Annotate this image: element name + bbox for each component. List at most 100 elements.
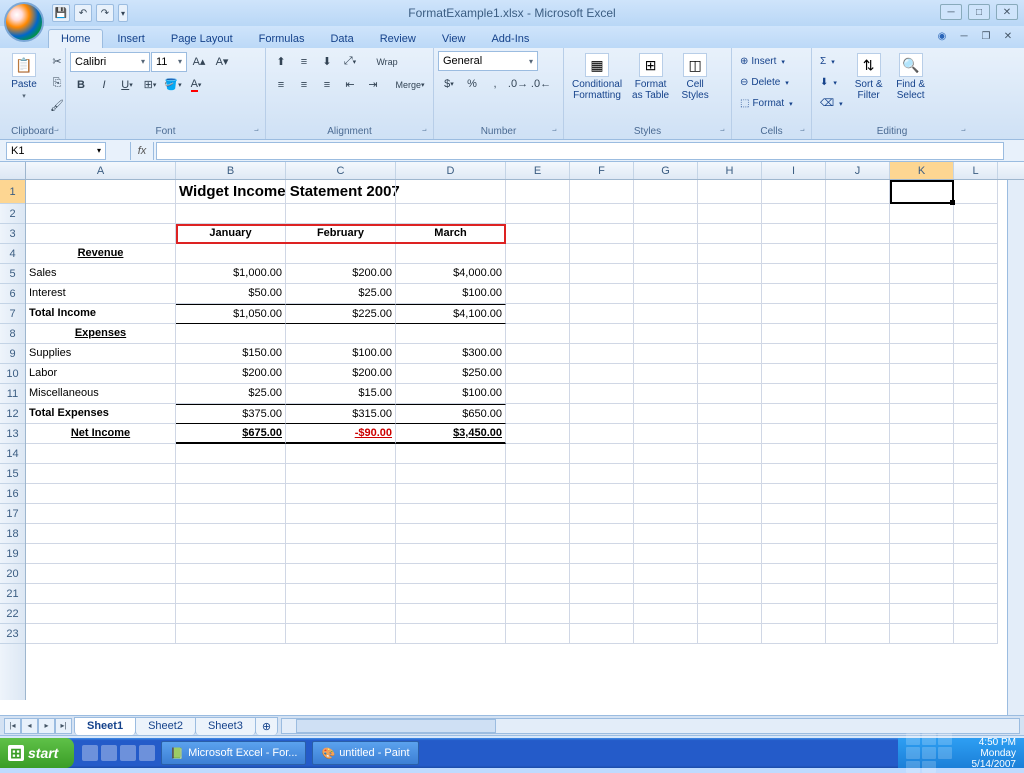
cell[interactable] xyxy=(176,504,286,524)
cell[interactable] xyxy=(506,624,570,644)
cell[interactable] xyxy=(396,584,506,604)
undo-icon[interactable]: ↶ xyxy=(74,4,92,22)
cell[interactable]: Labor xyxy=(26,364,176,384)
cell[interactable]: Sales xyxy=(26,264,176,284)
cell[interactable] xyxy=(26,544,176,564)
cell[interactable] xyxy=(890,180,954,204)
tray-icon[interactable] xyxy=(922,747,936,759)
sheet-nav-prev[interactable]: ◂ xyxy=(21,718,38,734)
copy-icon[interactable]: ⎘ xyxy=(46,73,68,94)
col-header[interactable]: E xyxy=(506,162,570,179)
cell[interactable] xyxy=(890,344,954,364)
cell[interactable] xyxy=(826,504,890,524)
cell[interactable] xyxy=(826,544,890,564)
align-bottom-icon[interactable]: ⬇ xyxy=(316,51,338,72)
cell[interactable]: $225.00 xyxy=(286,304,396,324)
cell[interactable] xyxy=(762,244,826,264)
cell[interactable] xyxy=(506,264,570,284)
ql-icon[interactable] xyxy=(101,745,117,761)
cell[interactable] xyxy=(506,564,570,584)
fill-button[interactable]: ⬇▾ xyxy=(816,72,847,93)
col-header[interactable]: I xyxy=(762,162,826,179)
col-header[interactable]: A xyxy=(26,162,176,179)
cell[interactable] xyxy=(954,504,998,524)
cell[interactable] xyxy=(634,384,698,404)
cell[interactable]: $1,000.00 xyxy=(176,264,286,284)
vertical-scrollbar[interactable] xyxy=(1007,180,1024,715)
cell[interactable] xyxy=(890,584,954,604)
cell[interactable] xyxy=(570,444,634,464)
row-header[interactable]: 12 xyxy=(0,404,25,424)
cell[interactable]: Interest xyxy=(26,284,176,304)
cell[interactable] xyxy=(634,180,698,204)
cell[interactable]: $15.00 xyxy=(286,384,396,404)
col-header[interactable]: D xyxy=(396,162,506,179)
cell[interactable] xyxy=(506,284,570,304)
cell[interactable] xyxy=(396,324,506,344)
font-size-combo[interactable]: 11▾ xyxy=(151,52,187,72)
delete-cells-button[interactable]: ⊖ Delete▾ xyxy=(736,72,797,93)
cell[interactable] xyxy=(286,604,396,624)
increase-indent-icon[interactable]: ⇥ xyxy=(362,74,384,95)
col-header[interactable]: J xyxy=(826,162,890,179)
cell[interactable] xyxy=(570,284,634,304)
col-header[interactable]: K xyxy=(890,162,954,179)
cell[interactable] xyxy=(762,424,826,444)
cell[interactable]: $3,450.00 xyxy=(396,424,506,444)
underline-button[interactable]: U▾ xyxy=(116,74,138,95)
cell[interactable] xyxy=(396,544,506,564)
cell[interactable] xyxy=(26,444,176,464)
cell[interactable] xyxy=(570,180,634,204)
cell[interactable] xyxy=(506,464,570,484)
col-header[interactable]: C xyxy=(286,162,396,179)
cell[interactable] xyxy=(634,204,698,224)
cell[interactable] xyxy=(286,484,396,504)
align-center-icon[interactable]: ≡ xyxy=(293,74,315,95)
cell[interactable] xyxy=(634,524,698,544)
conditional-formatting-button[interactable]: ▦Conditional Formatting xyxy=(568,51,626,103)
doc-restore-button[interactable]: ❐ xyxy=(978,29,994,43)
spreadsheet-grid[interactable]: A B C D E F G H I J K L 1234567891011121… xyxy=(0,162,1024,715)
row-header[interactable]: 13 xyxy=(0,424,25,444)
cell[interactable]: $100.00 xyxy=(286,344,396,364)
cell[interactable] xyxy=(26,464,176,484)
cell[interactable] xyxy=(698,604,762,624)
cell[interactable] xyxy=(826,604,890,624)
cell[interactable] xyxy=(570,324,634,344)
cell[interactable] xyxy=(506,384,570,404)
cell[interactable] xyxy=(506,484,570,504)
cell[interactable] xyxy=(506,324,570,344)
cell[interactable] xyxy=(826,424,890,444)
cell[interactable]: March xyxy=(396,224,506,244)
row-header[interactable]: 2 xyxy=(0,204,25,224)
cell[interactable] xyxy=(954,544,998,564)
cell[interactable] xyxy=(286,244,396,264)
decrease-decimal-icon[interactable]: .0← xyxy=(530,73,552,94)
cell[interactable] xyxy=(286,564,396,584)
system-tray[interactable]: 4:50 PM Monday 5/14/2007 xyxy=(898,738,1024,768)
cell[interactable] xyxy=(506,504,570,524)
cell[interactable] xyxy=(570,224,634,244)
cell[interactable] xyxy=(506,204,570,224)
formula-input[interactable] xyxy=(156,142,1004,160)
name-box[interactable]: K1▾ xyxy=(6,142,106,160)
cell[interactable] xyxy=(890,284,954,304)
cell[interactable] xyxy=(570,404,634,424)
align-right-icon[interactable]: ≡ xyxy=(316,74,338,95)
cell[interactable] xyxy=(890,324,954,344)
cell[interactable] xyxy=(506,224,570,244)
cell[interactable] xyxy=(762,484,826,504)
cell[interactable] xyxy=(698,424,762,444)
cell[interactable] xyxy=(176,604,286,624)
row-header[interactable]: 19 xyxy=(0,544,25,564)
cell[interactable] xyxy=(506,404,570,424)
accounting-format-icon[interactable]: $▾ xyxy=(438,73,460,94)
row-header[interactable]: 3 xyxy=(0,224,25,244)
cell[interactable] xyxy=(762,524,826,544)
cell[interactable] xyxy=(826,324,890,344)
cell[interactable]: Supplies xyxy=(26,344,176,364)
cell[interactable] xyxy=(826,564,890,584)
cell-styles-button[interactable]: ◫Cell Styles xyxy=(675,51,715,103)
cell[interactable] xyxy=(890,544,954,564)
cell[interactable] xyxy=(826,180,890,204)
